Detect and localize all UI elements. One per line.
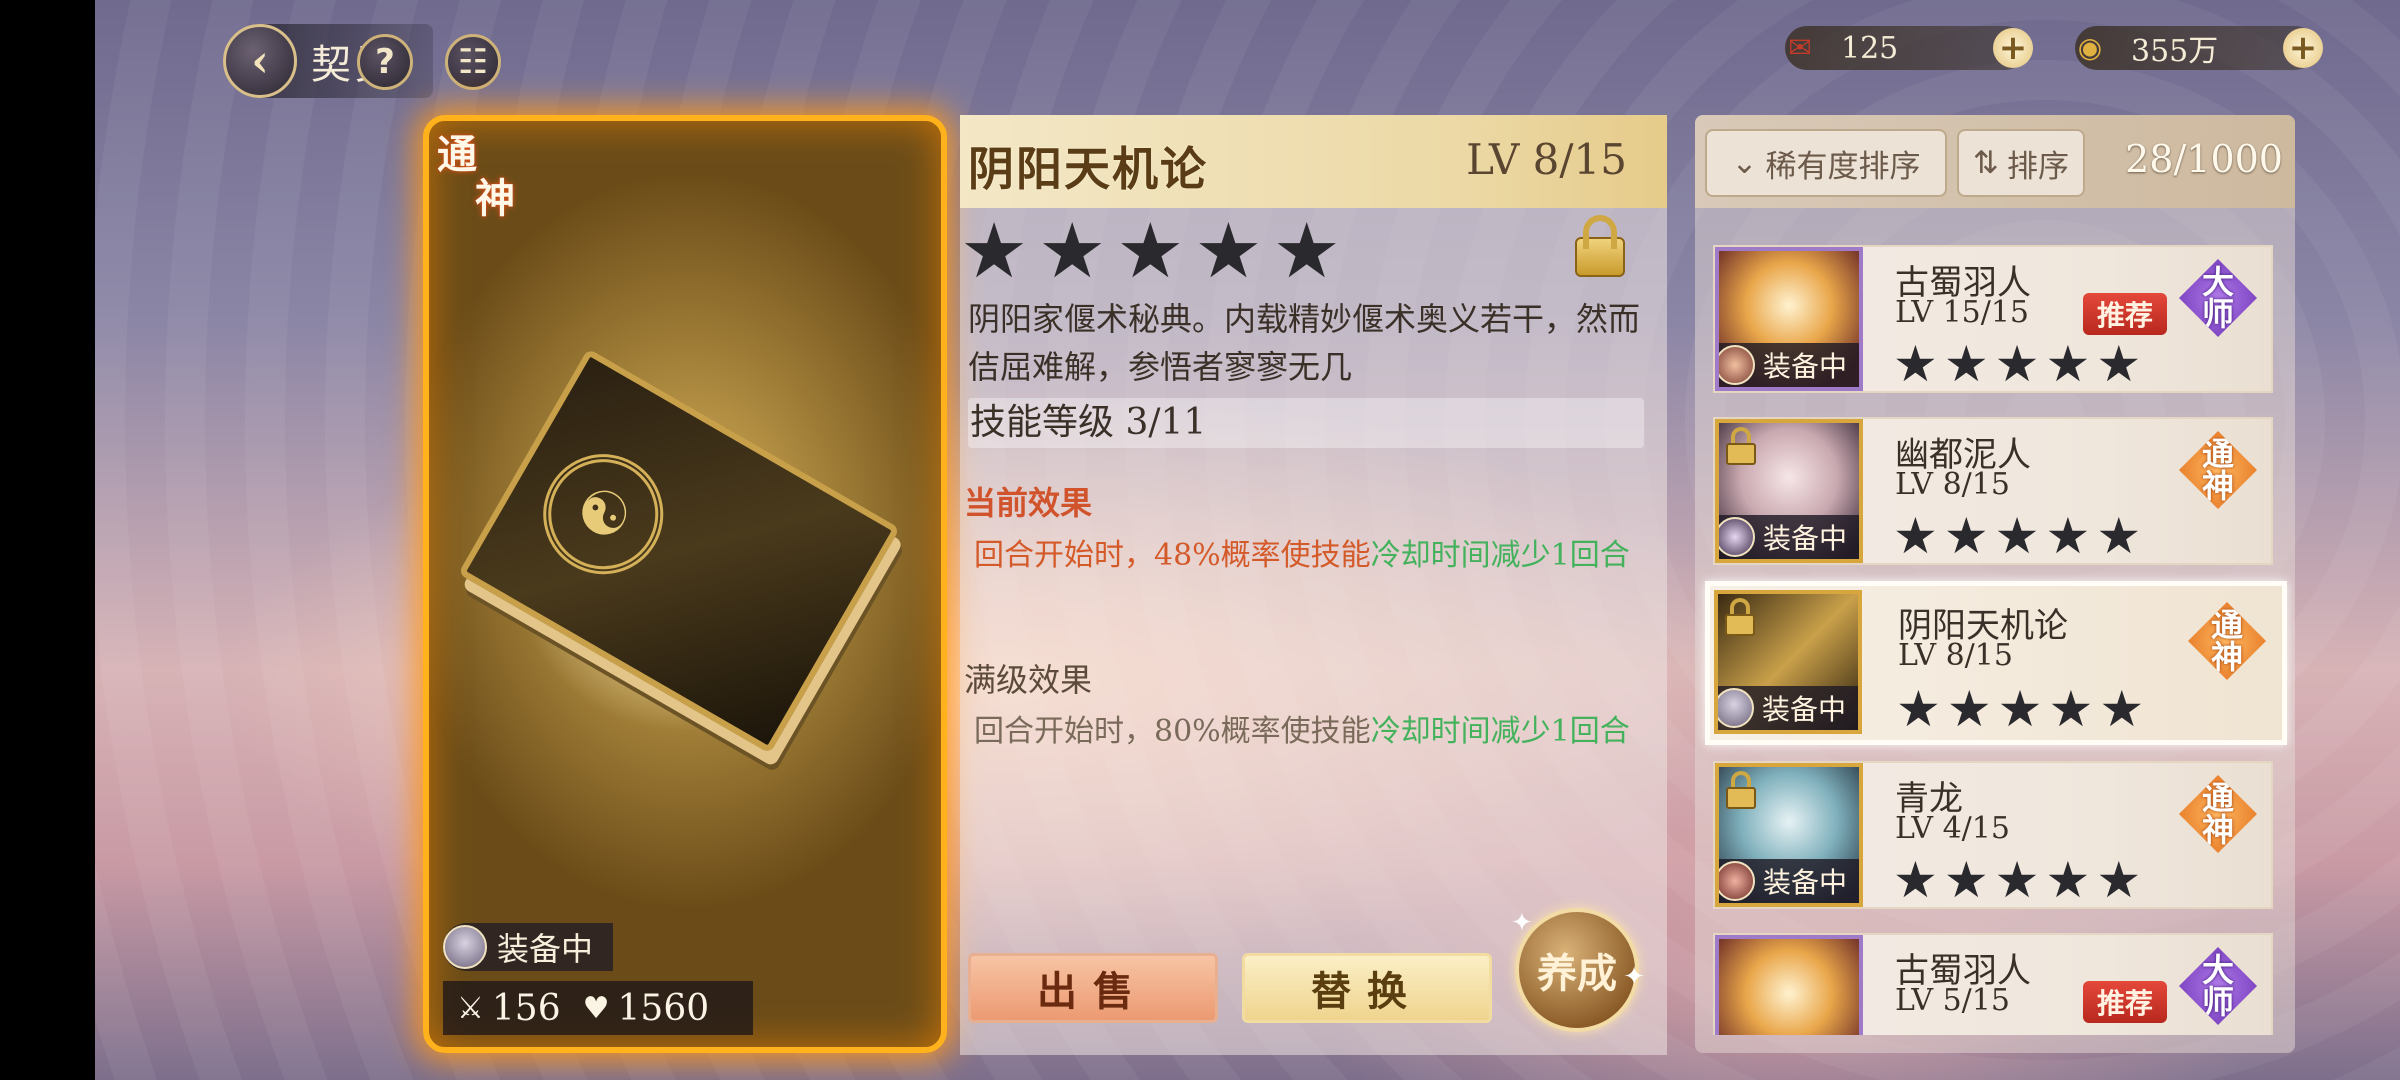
card-equipped-tag: 装备中: [443, 923, 613, 971]
star-rating: ★ ★ ★ ★ ★: [1893, 507, 2142, 565]
equipped-tag: 装备中: [1719, 343, 1859, 387]
sword-icon: ⚔: [457, 990, 484, 1026]
rarity-badge: 通神: [2188, 602, 2266, 680]
item-title: 阴阳天机论: [968, 142, 1208, 196]
train-label: 养成: [1537, 950, 1617, 997]
card-rarity-char-1: 通: [437, 131, 477, 178]
item-level: LV 8/15: [1898, 638, 2013, 673]
add-ticket-button[interactable]: +: [1993, 28, 2033, 68]
rarity-badge: 通神: [2179, 775, 2257, 853]
star-rating: ★ ★ ★ ★ ★: [960, 213, 1341, 289]
chat-button[interactable]: ☷: [445, 34, 501, 90]
star-rating: ★ ★ ★ ★ ★: [1896, 680, 2145, 738]
item-level: LV 4/15: [1895, 811, 2010, 846]
star-rating: ★ ★ ★ ★ ★: [1893, 851, 2142, 909]
list-header: ⌄ 稀有度排序 ⇅ 排序 28/1000: [1695, 115, 2295, 208]
list-item[interactable]: 装备中 幽都泥人 LV 8/15 ★ ★ ★ ★ ★ 通神: [1713, 417, 2273, 565]
help-button[interactable]: ?: [357, 34, 413, 90]
add-coin-button[interactable]: +: [2283, 28, 2323, 68]
card-stats: ⚔ 156 ♥ 1560: [443, 981, 753, 1035]
bagua-icon: ☯: [521, 432, 686, 597]
hp-value: 1560: [617, 987, 710, 1029]
avatar: [1719, 861, 1755, 901]
recommend-badge: 推荐: [2083, 293, 2167, 335]
chevron-down-icon: ⌄: [1731, 145, 1758, 181]
coin-count: 355万: [2131, 34, 2219, 69]
attack-value: 156: [491, 987, 561, 1029]
list-item[interactable]: 装备中 青龙 LV 4/15 ★ ★ ★ ★ ★ 通神: [1713, 761, 2273, 909]
sparkle-icon: ✦: [1511, 908, 1533, 938]
equipped-tag: 装备中: [1719, 515, 1859, 559]
sort-order-label: 排序: [2006, 148, 2069, 185]
equipped-tag: 装备中: [1718, 686, 1858, 730]
star-icon: ★: [1194, 206, 1263, 295]
item-level: LV 5/15: [1895, 983, 2010, 1018]
item-level: LV 15/15: [1895, 295, 2030, 330]
inventory-count: 28/1000: [2125, 137, 2283, 181]
rarity-badge: 通神: [2179, 431, 2257, 509]
card-equipped-label: 装备中: [497, 930, 594, 968]
item-thumbnail: [1715, 935, 1863, 1035]
game-background: ‹ 契灵 ? ☷ ✉ 125 + ◉ 355万 + 通 神 ☯ 装备中 ⚔ 15…: [95, 0, 2400, 1080]
list-item-selected[interactable]: 装备中 阴阳天机论 LV 8/15 ★ ★ ★ ★ ★ 通神: [1705, 581, 2287, 745]
swap-button[interactable]: 替换: [1242, 953, 1492, 1023]
spirit-list-panel: ⌄ 稀有度排序 ⇅ 排序 28/1000 装备中 古蜀羽人 LV 15/15 推…: [1695, 115, 2295, 1053]
current-effect-text: 回合开始时，48%概率使技能冷却时间减少1回合: [974, 538, 1630, 573]
item-level: LV 8/15: [1466, 135, 1627, 184]
ticket-resource: ✉ 125 +: [1785, 26, 2033, 70]
item-level: LV 8/15: [1895, 467, 2010, 502]
star-icon: ★: [960, 206, 1029, 295]
item-thumbnail: 装备中: [1714, 590, 1862, 734]
rarity-badge: 大师: [2179, 259, 2257, 337]
star-icon: ★: [1038, 206, 1107, 295]
heart-icon: ♥: [582, 990, 610, 1026]
card-rarity-badge: 通 神: [435, 133, 535, 243]
chat-bubble-icon: ☷: [457, 42, 489, 82]
detail-panel: 阴阳天机论 LV 8/15 ★ ★ ★ ★ ★ 阴阳家偃术秘典。内载精妙偃术奥义…: [960, 115, 1667, 1055]
sparkle-icon: ✦: [1623, 962, 1645, 992]
book-illustration: ☯: [458, 348, 900, 754]
lock-icon[interactable]: [1573, 215, 1627, 277]
train-button[interactable]: 养成 ✦ ✦: [1511, 908, 1645, 1032]
avatar: [1718, 688, 1754, 728]
equipped-tag: 装备中: [1719, 859, 1859, 903]
recommend-badge: 推荐: [2083, 981, 2167, 1023]
sort-by-rarity-button[interactable]: ⌄ 稀有度排序: [1705, 129, 1947, 197]
card-rarity-char-2: 神: [475, 175, 515, 222]
star-rating: ★ ★ ★ ★ ★: [1893, 335, 2142, 393]
item-thumbnail: 装备中: [1715, 763, 1863, 907]
max-effect-title: 满级效果: [964, 661, 1093, 699]
sort-arrows-icon: ⇅: [1973, 145, 1999, 181]
item-thumbnail: 装备中: [1715, 247, 1863, 391]
max-effect-text: 回合开始时，80%概率使技能冷却时间减少1回合: [974, 714, 1630, 749]
chevron-left-icon: ‹: [223, 24, 297, 98]
lock-icon: [1722, 596, 1758, 636]
current-effect-title: 当前效果: [964, 484, 1093, 522]
sell-button[interactable]: 出售: [968, 953, 1218, 1023]
rarity-badge: 大师: [2179, 947, 2257, 1025]
avatar: [443, 925, 487, 969]
spirit-card-art: 通 神 ☯ 装备中 ⚔ 156 ♥ 1560: [423, 115, 947, 1053]
star-icon: ★: [1272, 206, 1341, 295]
coin-resource: ◉ 355万 +: [2075, 26, 2323, 70]
ticket-icon: ✉: [1788, 30, 1812, 64]
item-thumbnail: 装备中: [1715, 419, 1863, 563]
item-description: 阴阳家偃术秘典。内载精妙偃术奥义若干，然而佶屈难解，参悟者寥寥无几: [968, 300, 1641, 386]
detail-header: 阴阳天机论 LV 8/15: [960, 115, 1667, 208]
coin-icon: ◉: [2077, 30, 2103, 64]
star-icon: ★: [1116, 206, 1185, 295]
ticket-count: 125: [1841, 30, 1899, 66]
lock-icon: [1723, 769, 1759, 809]
sort-by-rarity-label: 稀有度排序: [1765, 148, 1921, 185]
avatar: [1719, 345, 1755, 385]
question-mark-icon: ?: [375, 42, 395, 82]
list-item[interactable]: 古蜀羽人 LV 5/15 推荐 大师: [1713, 933, 2273, 1035]
spirit-list[interactable]: 装备中 古蜀羽人 LV 15/15 推荐 ★ ★ ★ ★ ★ 大师 装备中 幽都…: [1695, 245, 2295, 1035]
skill-level: 技能等级 3/11: [968, 398, 1644, 448]
list-item[interactable]: 装备中 古蜀羽人 LV 15/15 推荐 ★ ★ ★ ★ ★ 大师: [1713, 245, 2273, 393]
sort-order-button[interactable]: ⇅ 排序: [1957, 129, 2085, 197]
lock-icon: [1723, 425, 1759, 465]
avatar: [1719, 517, 1755, 557]
